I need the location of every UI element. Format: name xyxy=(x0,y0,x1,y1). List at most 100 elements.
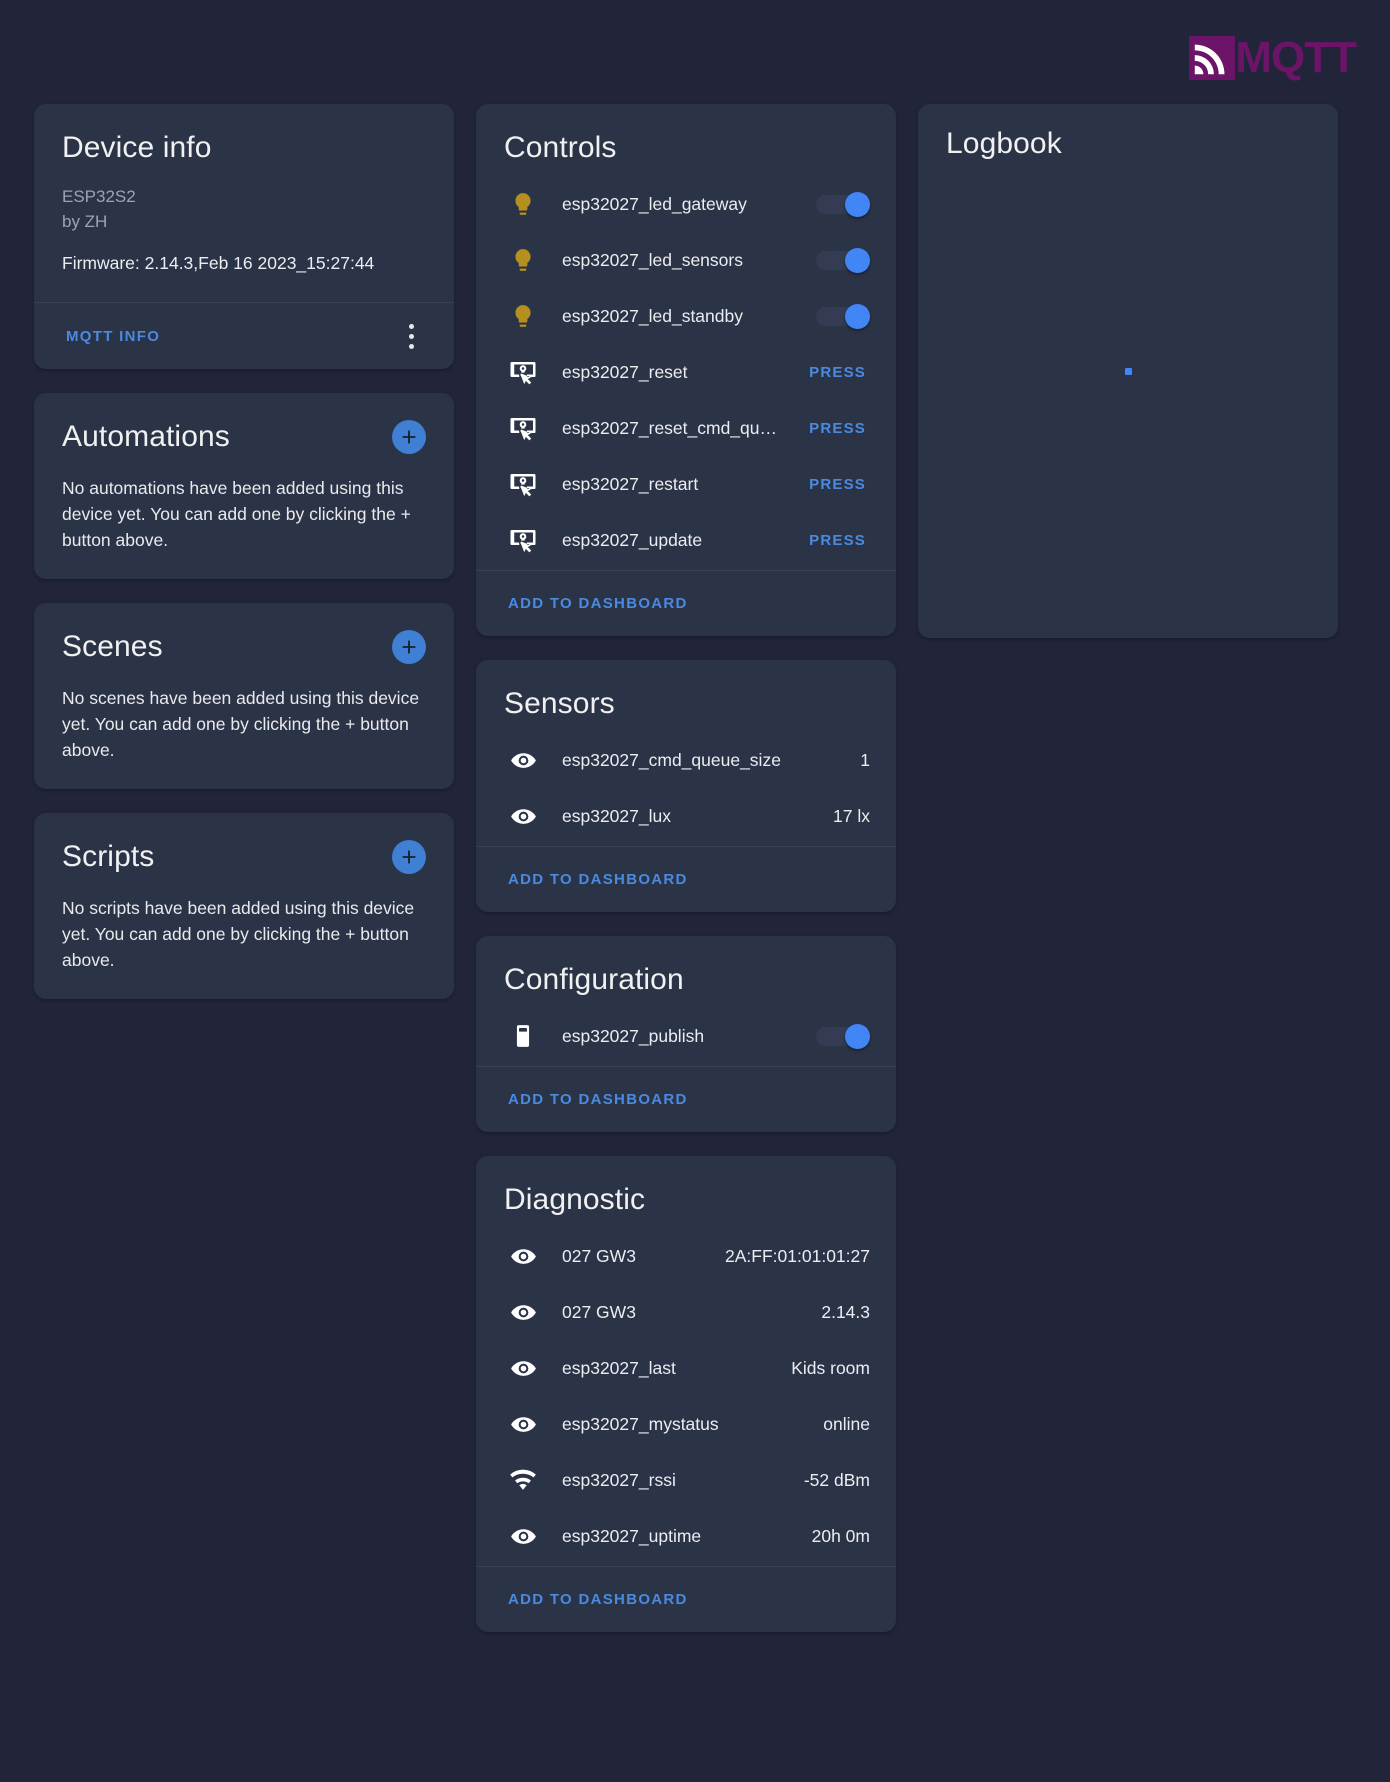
add-script-button[interactable] xyxy=(392,840,426,874)
eye-icon xyxy=(510,752,536,768)
device-page: MQTT Device info ESP32S2 by ZH Firmware:… xyxy=(0,0,1390,1782)
entity-icon xyxy=(506,1023,540,1049)
gesture-tap-button-icon xyxy=(510,530,536,553)
automations-empty-text: No automations have been added using thi… xyxy=(62,478,411,550)
device-firmware: Firmware: 2.14.3,Feb 16 2023_15:27:44 xyxy=(62,253,375,273)
entity-row[interactable]: esp32027_publish xyxy=(476,1008,896,1064)
controls-add-to-dashboard-button[interactable]: ADD TO DASHBOARD xyxy=(506,589,690,618)
entity-row[interactable]: esp32027_restart PRESS xyxy=(476,456,896,512)
add-scene-button[interactable] xyxy=(392,630,426,664)
gesture-tap-button-icon xyxy=(510,474,536,497)
entity-row[interactable]: esp32027_lux 17 lx xyxy=(476,788,896,844)
entity-icon xyxy=(506,413,540,443)
entity-name: 027 GW3 xyxy=(562,1245,636,1266)
dots-vertical-icon[interactable] xyxy=(396,319,426,353)
device-model: ESP32S2 xyxy=(62,187,136,206)
eye-icon xyxy=(510,1416,536,1432)
configuration-card: Configuration esp32027_publish ADD TO DA… xyxy=(476,936,896,1132)
entity-icon xyxy=(506,1243,540,1270)
controls-footer: ADD TO DASHBOARD xyxy=(476,570,896,636)
plus-icon xyxy=(402,430,416,444)
plus-icon xyxy=(402,850,416,864)
entity-row[interactable]: esp32027_last Kids room xyxy=(476,1340,896,1396)
entity-value: online xyxy=(823,1413,870,1434)
entity-toggle[interactable] xyxy=(816,248,870,273)
entity-row[interactable]: esp32027_mystatus online xyxy=(476,1396,896,1452)
entity-value: 2.14.3 xyxy=(821,1301,870,1322)
entity-name: esp32027_update xyxy=(562,529,703,550)
mqtt-info-button[interactable]: MQTT INFO xyxy=(64,322,162,351)
entity-toggle[interactable] xyxy=(816,192,870,217)
configuration-footer: ADD TO DASHBOARD xyxy=(476,1066,896,1132)
device-info-actions: MQTT INFO xyxy=(34,302,454,369)
eye-icon xyxy=(510,1528,536,1544)
configuration-add-to-dashboard-button[interactable]: ADD TO DASHBOARD xyxy=(506,1085,690,1114)
entity-icon xyxy=(506,191,540,217)
diagnostic-rows: 027 GW3 2A:FF:01:01:01:27 027 GW3 2.14.3 esp… xyxy=(476,1224,896,1566)
configuration-title: Configuration xyxy=(504,963,684,996)
toggle-knob xyxy=(845,304,870,329)
entity-press-button[interactable]: PRESS xyxy=(805,358,870,387)
content-columns: Device info ESP32S2 by ZH Firmware: 2.14… xyxy=(0,104,1390,1782)
sensors-add-to-dashboard-button[interactable]: ADD TO DASHBOARD xyxy=(506,865,690,894)
plus-icon xyxy=(402,640,416,654)
entity-name: esp32027_lux xyxy=(562,805,671,826)
diagnostic-add-to-dashboard-button[interactable]: ADD TO DASHBOARD xyxy=(506,1585,690,1614)
entity-icon xyxy=(506,1411,540,1438)
entity-value: Kids room xyxy=(791,1357,870,1378)
entity-value: 1 xyxy=(860,749,870,770)
entity-row[interactable]: esp32027_led_gateway xyxy=(476,176,896,232)
entity-name: esp32027_uptime xyxy=(562,1525,702,1546)
entity-row[interactable]: esp32027_reset PRESS xyxy=(476,344,896,400)
entity-icon xyxy=(506,803,540,830)
automations-title: Automations xyxy=(62,420,230,453)
entity-row[interactable]: esp32027_uptime 20h 0m xyxy=(476,1508,896,1564)
diagnostic-title: Diagnostic xyxy=(504,1183,646,1216)
middle-column: Controls esp32027_led_gateway esp32027_le… xyxy=(476,104,896,1632)
scenes-title: Scenes xyxy=(62,630,163,663)
entity-value: 17 lx xyxy=(833,805,870,826)
toggle-knob xyxy=(845,192,870,217)
gesture-tap-button-icon xyxy=(510,362,536,385)
entity-row[interactable]: esp32027_cmd_queue_size 1 xyxy=(476,732,896,788)
entity-row[interactable]: esp32027_rssi -52 dBm xyxy=(476,1452,896,1508)
entity-toggle[interactable] xyxy=(816,304,870,329)
entity-name: esp32027_publish xyxy=(562,1025,705,1046)
logbook-card: Logbook xyxy=(918,104,1338,638)
scenes-card: Scenes No scenes have been added using t… xyxy=(34,603,454,789)
eye-icon xyxy=(510,1360,536,1376)
entity-icon xyxy=(506,1466,540,1494)
eye-icon xyxy=(510,808,536,824)
scripts-title: Scripts xyxy=(62,840,155,873)
entity-name: esp32027_last xyxy=(562,1357,676,1378)
entity-press-button[interactable]: PRESS xyxy=(805,526,870,555)
entity-row[interactable]: 027 GW3 2.14.3 xyxy=(476,1284,896,1340)
toggle-knob xyxy=(845,1024,870,1049)
entity-row[interactable]: 027 GW3 2A:FF:01:01:01:27 xyxy=(476,1228,896,1284)
entity-value: 2A:FF:01:01:01:27 xyxy=(725,1245,870,1266)
scripts-empty-text: No scripts have been added using this de… xyxy=(62,898,415,970)
page-header: MQTT xyxy=(0,0,1390,104)
entity-icon xyxy=(506,303,540,329)
gesture-tap-button-icon xyxy=(510,418,536,441)
entity-icon xyxy=(506,247,540,273)
configuration-rows: esp32027_publish xyxy=(476,1004,896,1066)
controls-card: Controls esp32027_led_gateway esp32027_le… xyxy=(476,104,896,636)
entity-name: esp32027_reset xyxy=(562,361,688,382)
sensors-rows: esp32027_cmd_queue_size 1 esp32027_lux 17 l… xyxy=(476,728,896,846)
entity-press-button[interactable]: PRESS xyxy=(805,470,870,499)
entity-press-button[interactable]: PRESS xyxy=(805,414,870,443)
toggle-knob xyxy=(845,248,870,273)
entity-row[interactable]: esp32027_led_sensors xyxy=(476,232,896,288)
entity-toggle[interactable] xyxy=(816,1024,870,1049)
entity-icon xyxy=(506,1355,540,1382)
device-manufacturer: by ZH xyxy=(62,212,108,231)
loading-dot-icon xyxy=(1125,368,1132,375)
wifi-icon xyxy=(510,1469,536,1490)
right-column: Logbook xyxy=(918,104,1338,638)
entity-row[interactable]: esp32027_led_standby xyxy=(476,288,896,344)
sensors-title: Sensors xyxy=(504,687,615,720)
entity-row[interactable]: esp32027_reset_cmd_qu… PRESS xyxy=(476,400,896,456)
entity-row[interactable]: esp32027_update PRESS xyxy=(476,512,896,568)
add-automation-button[interactable] xyxy=(392,420,426,454)
